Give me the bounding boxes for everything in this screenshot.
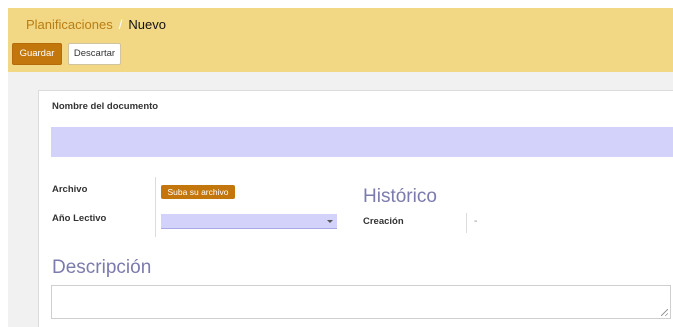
discard-button[interactable]: Descartar [68,43,121,65]
creacion-label: Creación [363,216,404,227]
descripcion-section-title: Descripción [52,257,152,278]
breadcrumb: Planificaciones / Nuevo [26,17,166,32]
chevron-down-icon [327,220,333,223]
save-button[interactable]: Guardar [12,43,62,65]
breadcrumb-parent-link[interactable]: Planificaciones [26,17,113,32]
document-name-label: Nombre del documento [52,101,159,112]
document-name-input[interactable] [51,127,673,157]
breadcrumb-separator: / [118,17,123,32]
creacion-divider [466,213,467,233]
upload-file-button[interactable]: Suba su archivo [161,185,235,199]
page: Planificaciones / Nuevo Guardar Descartar … [0,0,673,327]
creacion-value: - [474,216,478,227]
anio-lectivo-label: Año Lectivo [52,213,107,224]
control-panel: Planificaciones / Nuevo Guardar Descartar [8,8,673,72]
breadcrumb-current: Nuevo [128,17,166,32]
resize-grip-icon[interactable] [661,309,668,316]
historico-section-title: Histórico [363,186,437,207]
form-sheet: Nombre del documento Archivo Año Lectivo… [38,90,673,327]
descripcion-textarea[interactable] [51,285,671,319]
anio-lectivo-select[interactable] [161,214,337,229]
archivo-label: Archivo [52,184,88,195]
label-divider [155,177,156,237]
